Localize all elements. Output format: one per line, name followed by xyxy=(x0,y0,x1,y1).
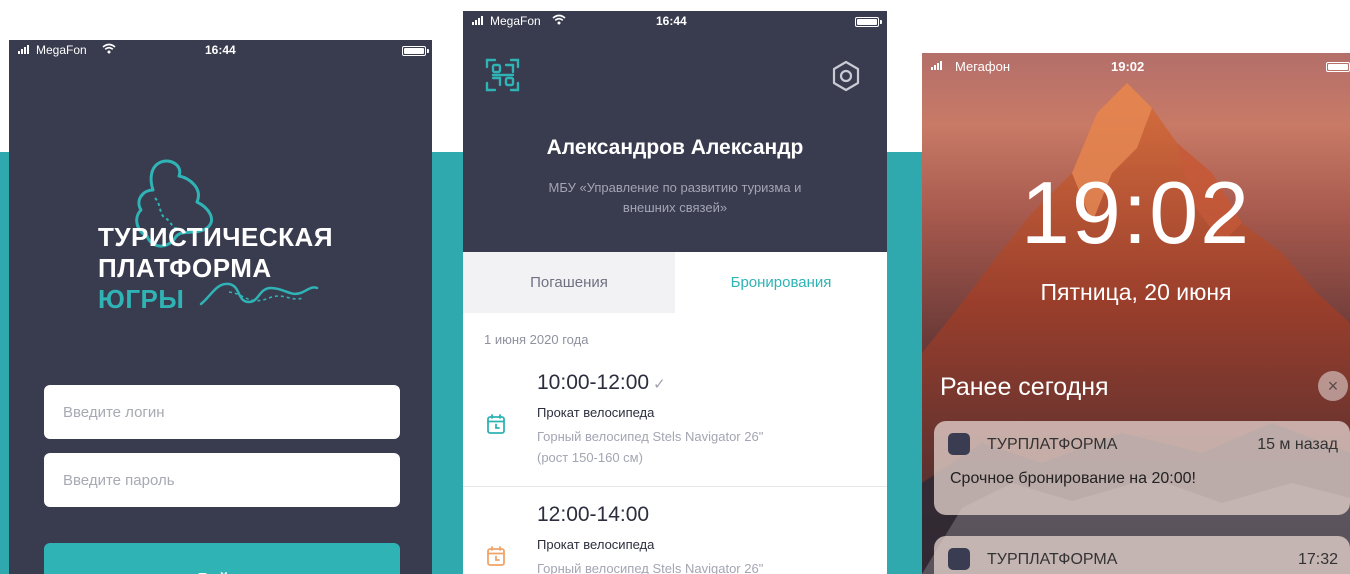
logo-line-1: ТУРИСТИЧЕСКАЯ xyxy=(98,222,334,252)
status-time: 19:02 xyxy=(1111,59,1145,74)
password-input[interactable] xyxy=(44,453,400,507)
status-time: 16:44 xyxy=(205,43,236,57)
clear-notifications-button[interactable]: × xyxy=(1318,371,1348,401)
wifi-icon xyxy=(102,43,116,57)
notification-card[interactable]: ТУРПЛАТФОРМА 17:32 xyxy=(934,536,1350,574)
user-organization: МБУ «Управление по развитию туризма и вн… xyxy=(548,180,802,215)
qr-scan-icon[interactable] xyxy=(485,57,521,93)
login-screen: MegaFon 16:44 ТУРИСТИЧЕСКАЯ ПЛАТФОРМА ЮГ… xyxy=(9,40,432,574)
app-icon xyxy=(948,548,970,570)
logo-line-3: ЮГРЫ xyxy=(98,284,185,314)
app-logo: ТУРИСТИЧЕСКАЯ ПЛАТФОРМА ЮГРЫ xyxy=(98,222,333,315)
status-bar: MegaFon 16:44 xyxy=(9,40,432,62)
status-bar: MegaFon 16:44 xyxy=(463,11,887,33)
booking-description: Горный велосипед Stels Navigator 26" (ро… xyxy=(537,429,764,465)
tab-redemptions[interactable]: Погашения xyxy=(463,252,675,313)
notification-body: Срочное бронирование на 20:00! xyxy=(950,470,1196,487)
bookings-screen: MegaFon 16:44 Александров Александр МБУ … xyxy=(463,11,887,574)
lock-screen: Мегафон 19:02 19:02 Пятница, 20 июня Ран… xyxy=(922,53,1350,574)
battery-icon xyxy=(402,46,429,56)
lock-date: Пятница, 20 июня xyxy=(1040,279,1232,305)
booking-title: Прокат велосипеда xyxy=(537,405,655,420)
booking-time: 10:00-12:00 ✓︎ xyxy=(537,371,666,394)
signal-icon xyxy=(931,61,942,70)
notification-card[interactable]: ТУРПЛАТФОРМА 15 м назад Срочное брониров… xyxy=(934,421,1350,515)
signal-icon xyxy=(472,16,483,25)
notification-app-name: ТУРПЛАТФОРМА xyxy=(987,436,1118,453)
booking-time: 12:00-14:00 xyxy=(537,503,650,526)
lock-clock: 19:02 xyxy=(1020,163,1252,262)
carrier-name: MegaFon xyxy=(36,43,87,57)
carrier-name: MegaFon xyxy=(490,14,541,28)
logo-line-2: ПЛАТФОРМА xyxy=(98,253,272,283)
login-input[interactable] xyxy=(44,385,400,439)
booking-title: Прокат велосипеда xyxy=(537,537,655,552)
user-name: Александров Александр xyxy=(546,136,804,159)
battery-icon xyxy=(1326,62,1350,72)
wifi-icon xyxy=(552,14,566,28)
tab-bar: Погашения Бронирования xyxy=(463,252,887,313)
login-button[interactable]: Войти xyxy=(44,543,400,574)
status-bar: Мегафон 19:02 xyxy=(922,53,1350,75)
settings-icon[interactable] xyxy=(830,60,862,92)
notification-time: 15 м назад xyxy=(1257,436,1338,453)
tab-bookings[interactable]: Бронирования xyxy=(675,252,887,313)
carrier-name: Мегафон xyxy=(955,59,1010,74)
status-time: 16:44 xyxy=(656,14,687,28)
battery-icon xyxy=(855,17,882,27)
notifications-section-title: Ранее сегодня xyxy=(940,373,1109,401)
check-circle-icon: ✓︎ xyxy=(653,376,666,393)
booking-description: Горный велосипед Stels Navigator 26" xyxy=(537,561,764,574)
app-icon xyxy=(948,433,970,455)
calendar-clock-icon xyxy=(487,414,505,434)
calendar-clock-icon xyxy=(487,546,505,566)
profile-header: MegaFon 16:44 Александров Александр МБУ … xyxy=(463,11,887,252)
notification-app-name: ТУРПЛАТФОРМА xyxy=(987,551,1118,568)
divider xyxy=(463,486,887,487)
signal-icon xyxy=(18,45,29,54)
date-label: 1 июня 2020 года xyxy=(484,332,589,347)
notification-time: 17:32 xyxy=(1297,551,1338,568)
